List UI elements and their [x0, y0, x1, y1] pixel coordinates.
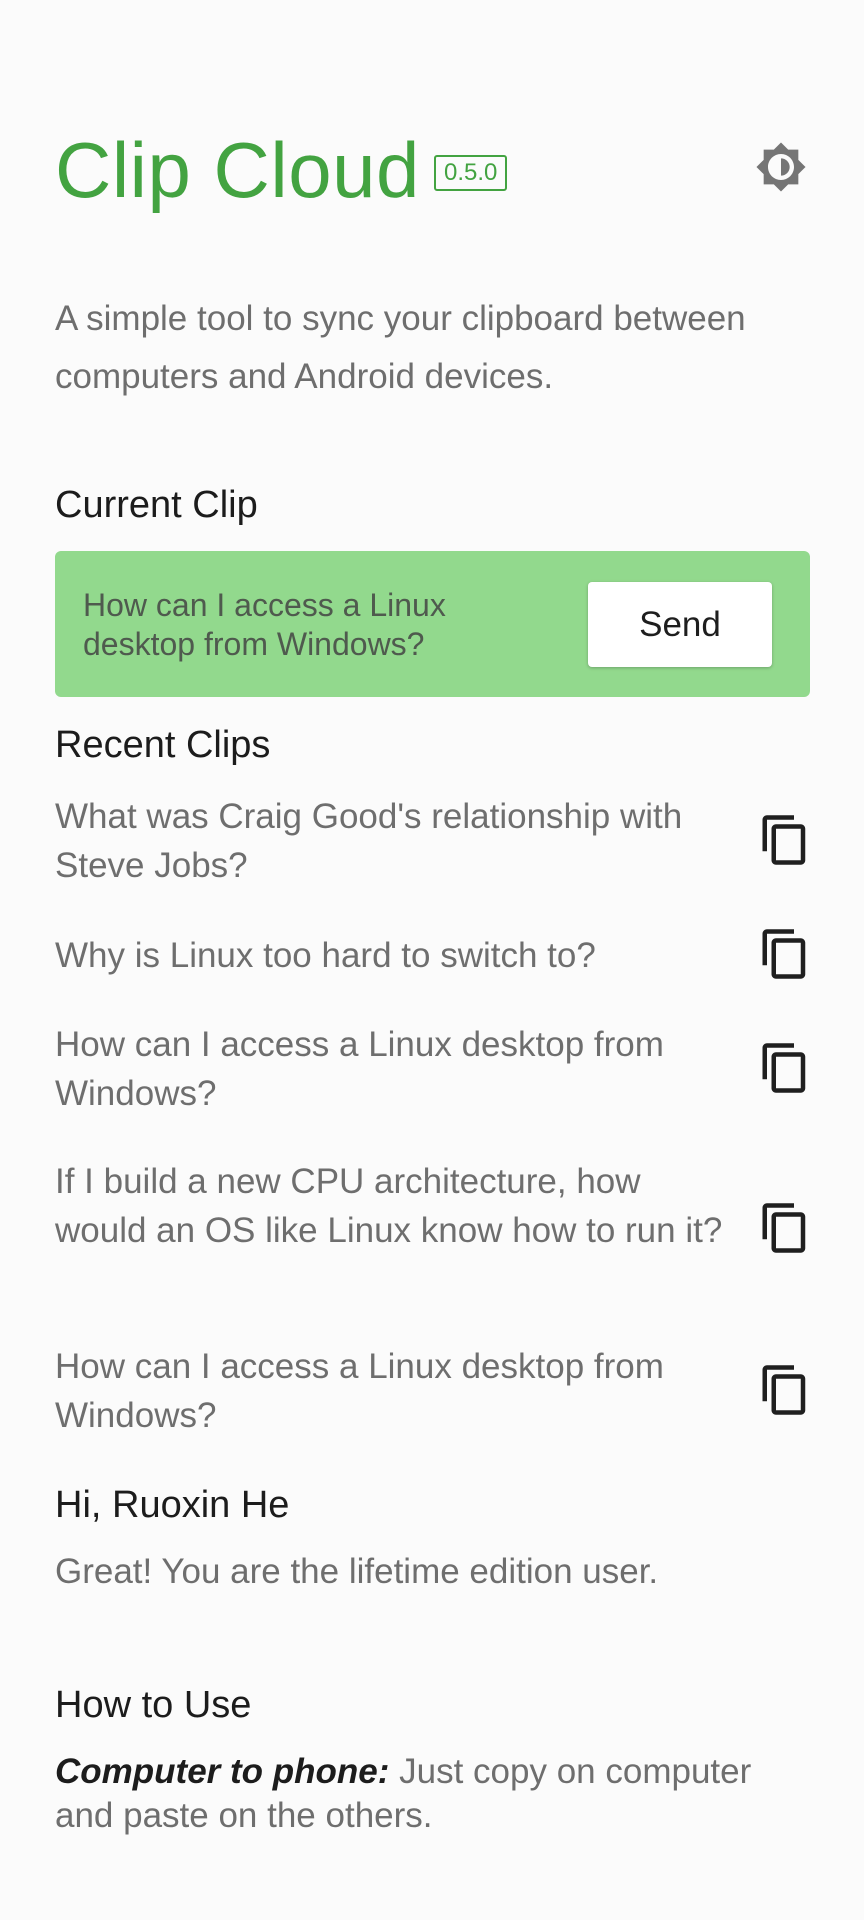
- current-clip-card: How can I access a Linux desktop from Wi…: [55, 551, 810, 697]
- license-status: Great! You are the lifetime edition user…: [55, 1552, 659, 1591]
- instruction-label: Computer to phone:: [55, 1752, 390, 1791]
- copy-icon: [762, 1203, 806, 1253]
- copy-button[interactable]: [755, 1198, 815, 1258]
- recent-clips-heading: Recent Clips: [55, 724, 271, 766]
- clip-text: What was Craig Good's relationship with …: [55, 797, 683, 885]
- clip-text: Why is Linux too hard to switch to?: [55, 936, 596, 975]
- copy-icon: [762, 1365, 806, 1415]
- how-to-use-instruction: Computer to phone: Just copy on computer…: [55, 1750, 815, 1838]
- copy-button[interactable]: [755, 1038, 815, 1098]
- current-clip-heading: Current Clip: [55, 484, 258, 526]
- theme-toggle-button[interactable]: [752, 138, 810, 196]
- brightness-icon: [756, 142, 806, 192]
- copy-button[interactable]: [755, 1360, 815, 1420]
- copy-button[interactable]: [755, 810, 815, 870]
- send-button[interactable]: Send: [588, 582, 772, 667]
- clip-text: How can I access a Linux desktop from Wi…: [55, 1347, 664, 1435]
- app-screen: Clip Cloud 0.5.0 A simple tool to sync y…: [0, 0, 864, 1920]
- clip-text: If I build a new CPU architecture, how w…: [55, 1162, 723, 1250]
- clip-text: How can I access a Linux desktop from Wi…: [55, 1025, 664, 1113]
- current-clip-text: How can I access a Linux desktop from Wi…: [83, 587, 446, 662]
- how-to-use-heading: How to Use: [55, 1684, 252, 1726]
- copy-icon: [762, 1043, 806, 1093]
- copy-button[interactable]: [755, 924, 815, 984]
- copy-icon: [762, 815, 806, 865]
- version-badge: 0.5.0: [434, 155, 508, 191]
- user-greeting: Hi, Ruoxin He: [55, 1484, 290, 1526]
- copy-icon: [762, 929, 806, 979]
- app-description: A simple tool to sync your clipboard bet…: [55, 299, 746, 396]
- app-title: Clip Cloud: [55, 126, 420, 214]
